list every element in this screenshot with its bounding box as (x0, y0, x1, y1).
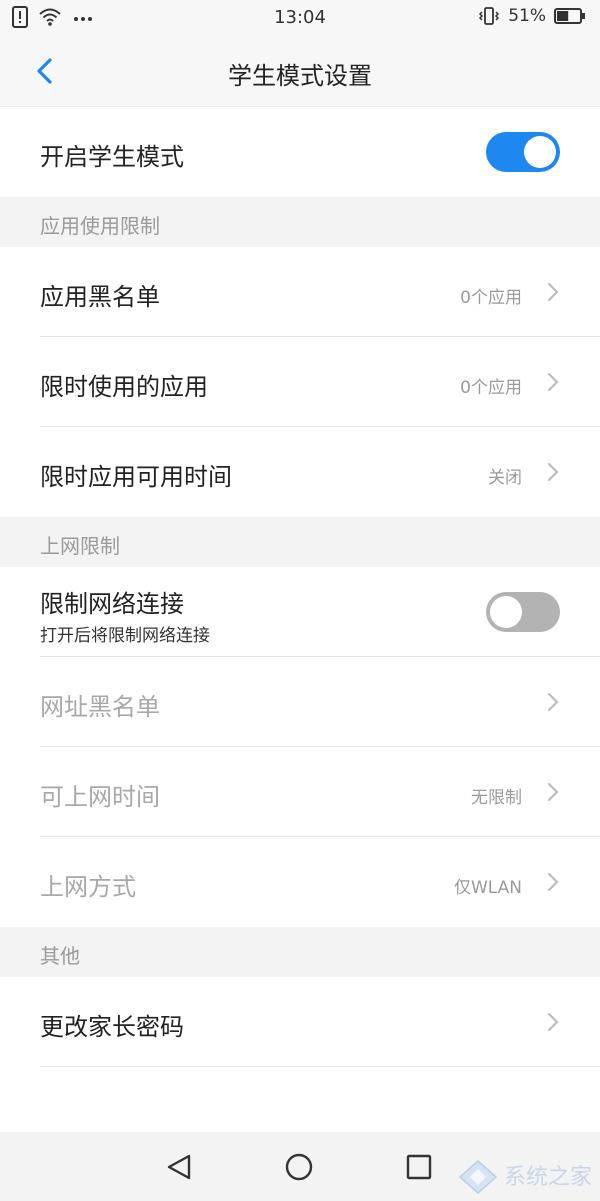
change-password-label: 更改家长密码 (40, 1013, 184, 1041)
url-blacklist-row[interactable]: 网址黑名单 (0, 657, 600, 747)
circle-home-icon (285, 1153, 313, 1181)
url-blacklist-label: 网址黑名单 (40, 693, 160, 721)
page-title: 学生模式设置 (228, 62, 372, 90)
online-time-value: 无限制 (471, 788, 522, 808)
battery-percent: 51% (508, 6, 546, 26)
section-header-app-limits: 应用使用限制 (0, 197, 600, 247)
section-title: 上网限制 (40, 534, 120, 558)
timed-apps-row[interactable]: 限时使用的应用 0个应用 (0, 337, 600, 427)
battery-icon (554, 8, 585, 24)
available-time-row[interactable]: 限时应用可用时间 关闭 (0, 427, 600, 517)
chevron-right-icon (547, 372, 559, 392)
nav-back-button[interactable] (162, 1150, 196, 1184)
timed-apps-label: 限时使用的应用 (40, 373, 208, 401)
chevron-right-icon (547, 782, 559, 802)
battery-fill (557, 11, 569, 21)
network-method-row[interactable]: 上网方式 仅WLAN (0, 837, 600, 927)
available-time-label: 限时应用可用时间 (40, 463, 232, 491)
section-header-other: 其他 (0, 927, 600, 977)
toggle-knob (524, 136, 556, 168)
watermark-logo-icon (458, 1159, 498, 1195)
available-time-value: 关闭 (488, 468, 522, 488)
change-password-row[interactable]: 更改家长密码 (0, 977, 600, 1067)
restrict-network-row: 限制网络连接 打开后将限制网络连接 (0, 567, 600, 657)
network-method-label: 上网方式 (40, 873, 136, 901)
chevron-right-icon (547, 1012, 559, 1032)
triangle-back-icon (167, 1154, 191, 1180)
status-bar: 13:04 51% (0, 0, 600, 36)
watermark-text: 系统之家 (503, 1165, 592, 1190)
vibrate-icon (479, 7, 500, 25)
section-header-internet-limits: 上网限制 (0, 517, 600, 567)
status-right-icons: 51% (478, 6, 586, 26)
app-blacklist-row[interactable]: 应用黑名单 0个应用 (0, 247, 600, 337)
section-title: 应用使用限制 (40, 214, 160, 238)
watermark: 系统之家 (456, 1155, 592, 1195)
app-blacklist-value: 0个应用 (460, 288, 522, 308)
chevron-right-icon (547, 872, 559, 892)
restrict-network-label: 限制网络连接 (40, 590, 184, 618)
app-blacklist-label: 应用黑名单 (40, 283, 160, 311)
nav-recents-button[interactable] (402, 1150, 436, 1184)
nav-home-button[interactable] (282, 1150, 316, 1184)
divider (40, 1066, 600, 1067)
restrict-network-subtitle: 打开后将限制网络连接 (40, 626, 210, 646)
online-time-label: 可上网时间 (40, 783, 160, 811)
restrict-network-toggle[interactable] (486, 592, 560, 632)
toggle-knob (490, 596, 522, 628)
online-time-row[interactable]: 可上网时间 无限制 (0, 747, 600, 837)
chevron-right-icon (547, 282, 559, 302)
title-bar: 学生模式设置 (0, 36, 600, 107)
timed-apps-value: 0个应用 (460, 378, 522, 398)
settings-list: 开启学生模式 应用使用限制 应用黑名单 0个应用 限时使用的应用 0个应用 限时… (0, 107, 600, 1067)
student-mode-row: 开启学生模式 (0, 107, 600, 197)
network-method-value: 仅WLAN (453, 878, 522, 898)
student-mode-toggle[interactable] (486, 132, 560, 172)
chevron-right-icon (547, 462, 559, 482)
section-title: 其他 (40, 944, 80, 968)
square-recents-icon (406, 1154, 432, 1180)
student-mode-label: 开启学生模式 (40, 143, 184, 171)
chevron-right-icon (547, 692, 559, 712)
